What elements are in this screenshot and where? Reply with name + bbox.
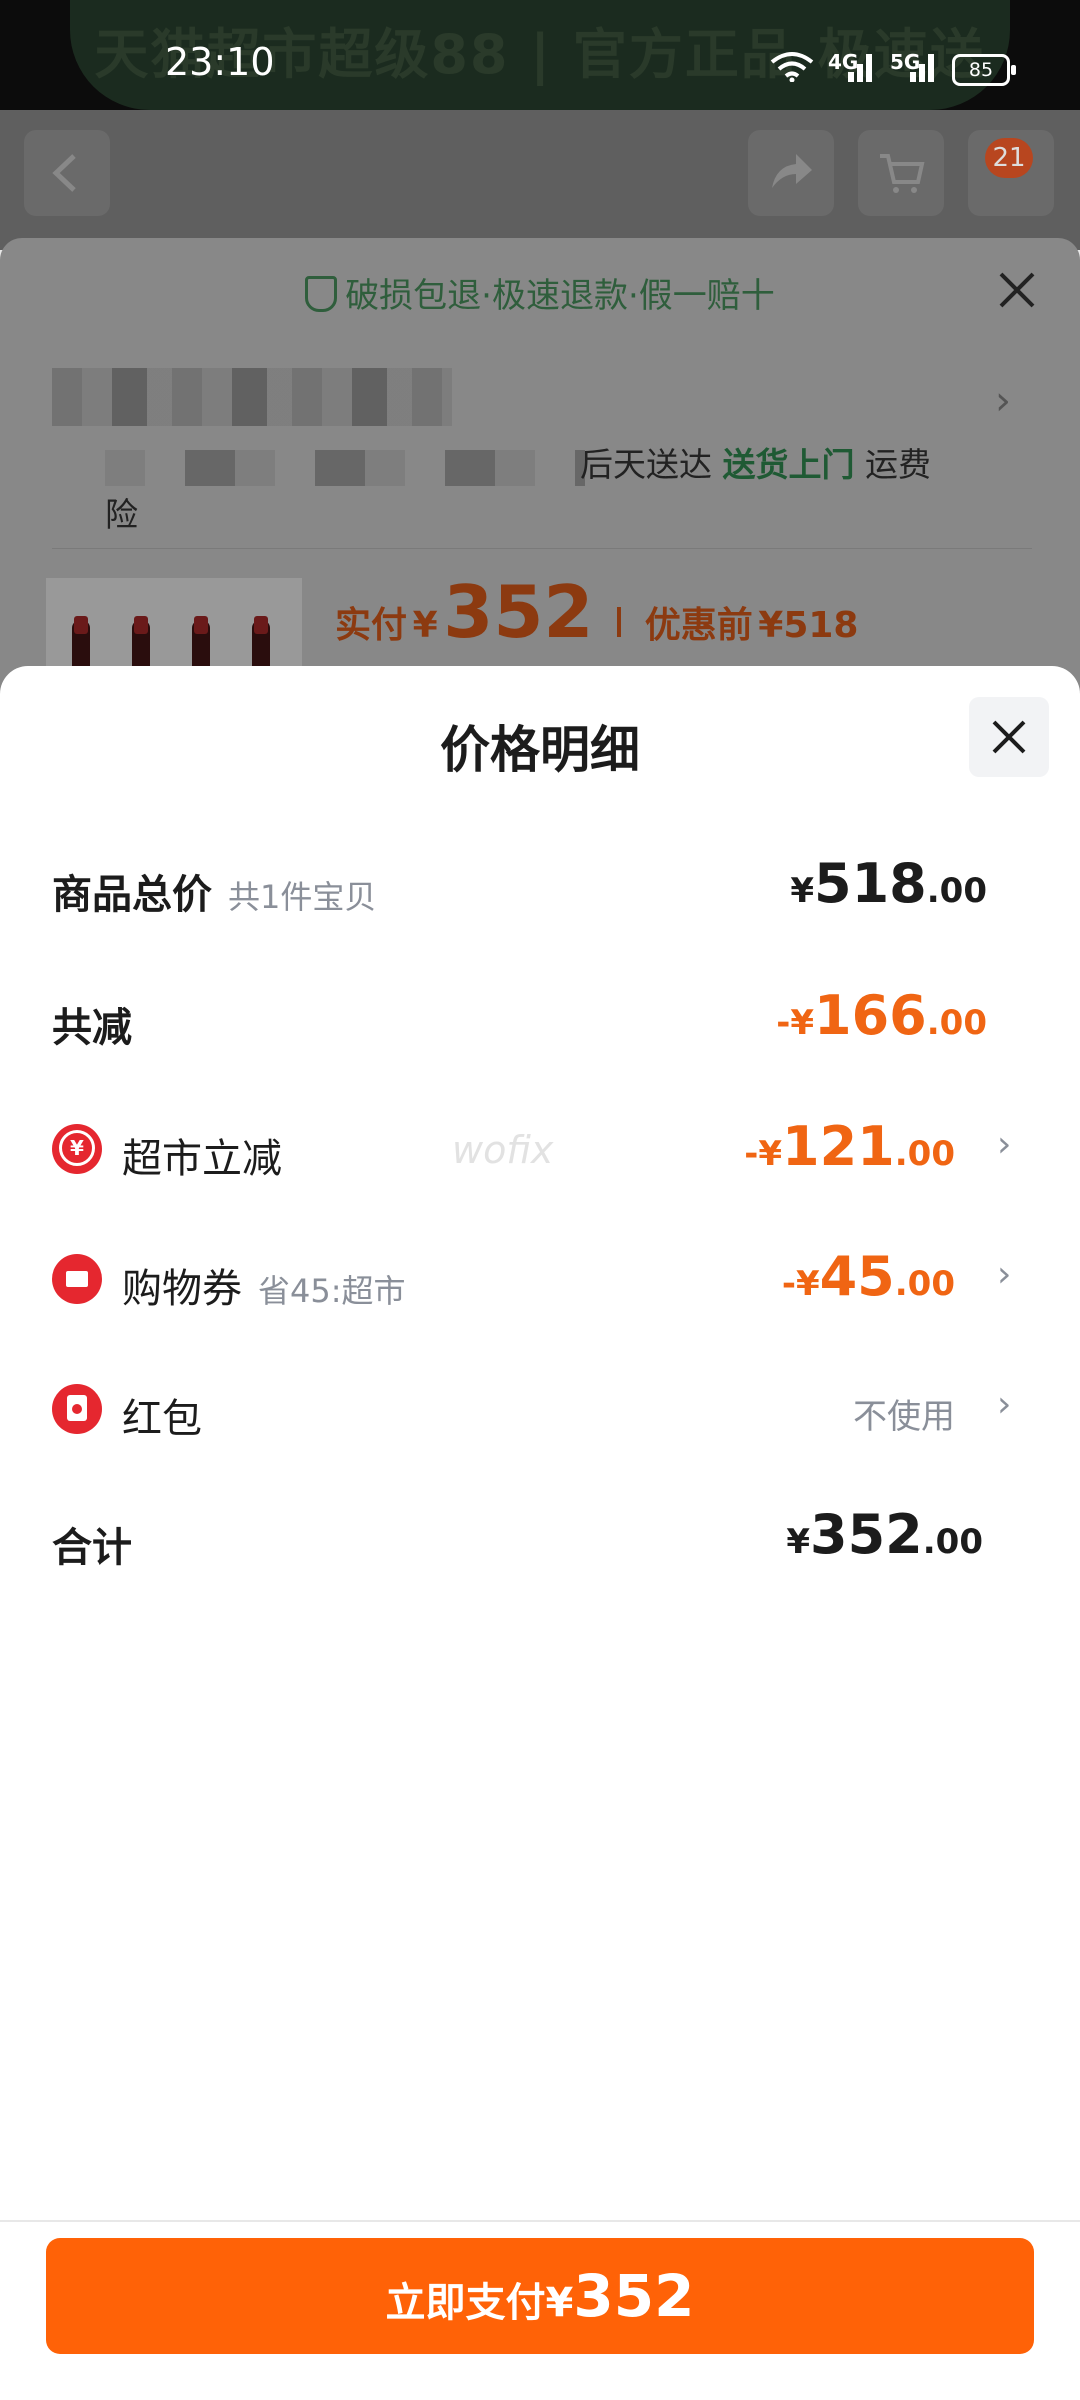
pay-button-currency: ¥ [545,2280,574,2326]
watermark: wofix [452,1128,554,1172]
pay-amount: 352 [443,570,594,654]
cart-icon [880,154,925,193]
delivery-type: 送货上门 [722,445,855,484]
total-discount-amount: -¥166.00 [776,984,987,1047]
amount-dec: .00 [894,1264,955,1304]
close-icon [992,720,1026,754]
guarantee-text: 破损包退·极速退款·假一赔十 [345,276,775,316]
close-button[interactable] [969,697,1049,777]
wifi-icon [770,52,814,82]
back-button[interactable] [24,130,110,216]
chevron-right-icon[interactable]: › [997,1254,1011,1295]
amount-int: 166 [814,984,927,1047]
chevron-right-icon[interactable]: › [997,1124,1011,1165]
delivery-day: 后天送达 [580,445,712,484]
delivery-info: 后天送达 送货上门 运费 [580,438,931,486]
total-amount: ¥352.00 [786,1503,983,1566]
pay-button-amount: 352 [573,2262,695,2330]
status-bar: 天猫超市超级88 | 官方正品 极速送达 23:10 4G 5G 85 [0,0,1080,196]
battery-icon: 85 [952,54,1016,86]
total-label: 合计 [52,1525,132,1571]
total-discount-label: 共减 [52,1005,132,1051]
currency: ¥ [786,1522,811,1562]
currency: -¥ [781,1264,820,1304]
supermarket-discount-label[interactable]: 超市立减 [122,1126,282,1184]
amount-dec: .00 [894,1134,955,1174]
red-packet-label[interactable]: 红包 [122,1386,202,1444]
divider [52,548,1032,549]
supermarket-discount-amount[interactable]: -¥121.00 [744,1115,955,1178]
pay-summary: 实付 ¥ 352 优惠前 ¥518 [335,570,858,654]
chevron-left-icon [52,154,76,192]
currency: -¥ [744,1134,783,1174]
address-detail-blurred [105,450,585,486]
amount-dec: .00 [926,1003,987,1043]
amount-int: 121 [782,1115,895,1178]
close-icon[interactable] [995,268,1039,312]
amount-int: 518 [814,852,927,915]
ticket-icon [52,1254,102,1304]
cart-button[interactable] [858,130,944,216]
delivery-tail: 运费 [865,445,931,484]
cart-count-badge: 21 [985,138,1033,178]
coupon-amount[interactable]: -¥45.00 [782,1245,955,1308]
yen-coupon-icon: ¥ [52,1124,102,1174]
chevron-right-icon[interactable]: › [997,1384,1011,1425]
red-envelope-icon [52,1384,102,1434]
amount-dec: .00 [922,1522,983,1562]
signal-5g-icon [902,52,936,82]
coupon-detail: 省45:超市 [258,1272,406,1310]
red-packet-value[interactable]: 不使用 [853,1389,955,1438]
pay-now-button[interactable]: 立即支付¥352 [46,2238,1034,2354]
item-count: 共1件宝贝 [228,878,377,916]
separator [617,607,622,637]
sheet-title: 价格明细 [440,721,640,779]
row-label-text: 购物券 [122,1266,242,1312]
shield-icon [305,276,338,312]
total-goods-label: 商品总价 共1件宝贝 [52,862,376,920]
amount-int: 45 [819,1245,895,1308]
currency: ¥ [790,871,815,911]
delivery-tail-wrap: 险 [105,495,138,534]
before-amount: ¥518 [758,605,859,646]
pay-label: 实付 [335,605,408,646]
before-label: 优惠前 [644,605,753,646]
pay-button-label: 立即支付 [385,2280,546,2326]
address-blurred[interactable] [52,368,452,426]
amount-dec: .00 [926,871,987,911]
amount-int: 352 [810,1503,923,1566]
signal-4g-icon [840,52,874,82]
footer-divider [0,2220,1080,2222]
coupon-label[interactable]: 购物券 省45:超市 [122,1256,406,1314]
chevron-right-icon[interactable]: › [995,378,1011,424]
total-goods-amount: ¥518.00 [790,852,987,915]
share-icon [772,154,812,188]
status-time: 23:10 [165,40,275,84]
guarantee-banner: 破损包退·极速退款·假一赔十 [0,268,1080,317]
row-label-text: 商品总价 [52,872,212,918]
pay-currency: ¥ [412,605,438,646]
share-button[interactable] [748,130,834,216]
currency: -¥ [776,1003,815,1043]
